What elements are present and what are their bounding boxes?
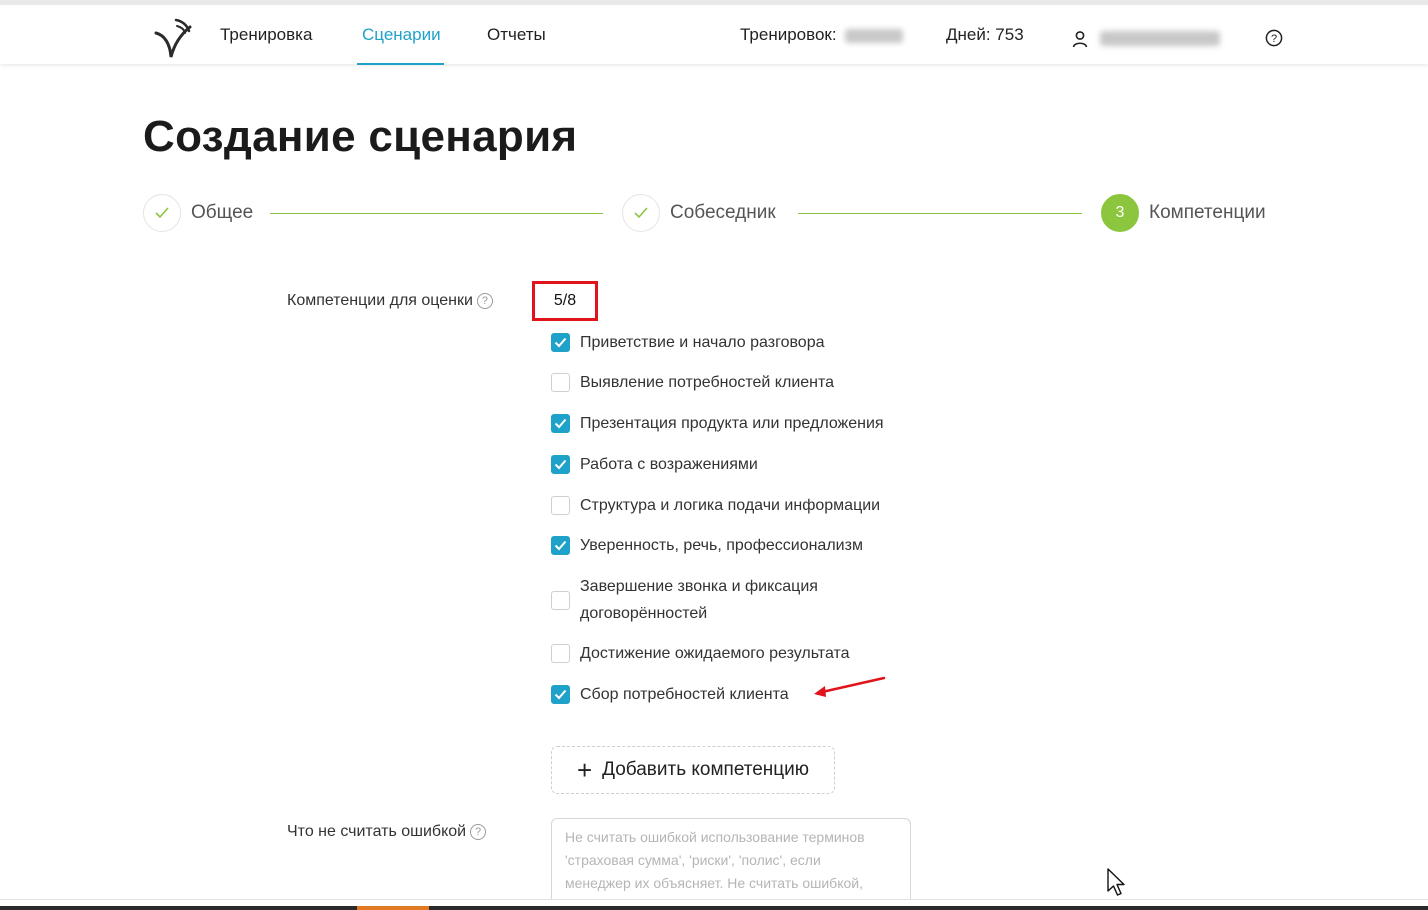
trainings-label: Тренировок:: [740, 25, 837, 44]
competency-label-line-1: Завершение звонка и фиксация: [580, 578, 818, 595]
step-2-label[interactable]: Собеседник: [670, 202, 776, 224]
competency-label: Сбор потребностей клиента: [580, 686, 789, 703]
username-blurred[interactable]: [1100, 31, 1220, 46]
bird-logo-icon[interactable]: [152, 13, 198, 63]
checkmark-icon: [554, 418, 567, 429]
nav-reports[interactable]: Отчеты: [487, 25, 546, 45]
red-arrow-annotation: [814, 676, 886, 697]
competency-item[interactable]: Уверенность, речь, профессионализм: [551, 532, 863, 559]
checkbox-unchecked[interactable]: [551, 590, 570, 610]
placeholder-line: Не считать ошибкой использование термино…: [565, 829, 865, 845]
competency-item[interactable]: Выявление потребностей клиента: [551, 369, 834, 396]
placeholder-line: 'страховая сумма', 'риски', 'полис', есл…: [565, 852, 821, 868]
taskbar-strip: [0, 906, 1428, 910]
checkbox-checked[interactable]: [551, 333, 570, 352]
trainings-value-blurred: [845, 28, 904, 43]
check-icon: [634, 207, 648, 219]
not-error-textarea[interactable]: Не считать ошибкой использование термино…: [551, 818, 911, 910]
step-connector-1: [270, 213, 603, 214]
competency-label-multiline: Завершение звонка и фиксация договорённо…: [580, 573, 818, 627]
step-1-label[interactable]: Общее: [191, 202, 253, 224]
competency-item[interactable]: Структура и логика подачи информации: [551, 492, 880, 519]
check-icon: [155, 207, 169, 219]
checkmark-icon: [554, 689, 567, 700]
add-competency-label: Добавить компетенцию: [602, 759, 810, 780]
days-counter: Дней: 753: [946, 25, 1024, 44]
competency-label: Работа с возражениями: [580, 456, 758, 473]
competency-label: Уверенность, речь, профессионализм: [580, 537, 863, 554]
competency-label: Приветствие и начало разговора: [580, 334, 825, 351]
user-icon[interactable]: [1071, 30, 1089, 48]
checkbox-checked[interactable]: [551, 455, 570, 474]
checkbox-unchecked[interactable]: [551, 496, 570, 515]
question-icon[interactable]: ?: [476, 293, 493, 309]
mouse-cursor-icon: [1107, 868, 1125, 896]
help-icon[interactable]: ?: [1265, 29, 1283, 47]
plus-icon: +: [576, 755, 593, 785]
question-icon[interactable]: ?: [470, 824, 487, 840]
competency-item[interactable]: Сбор потребностей клиента: [551, 681, 789, 708]
competency-item[interactable]: Презентация продукта или предложения: [551, 410, 884, 437]
checkbox-unchecked[interactable]: [551, 644, 570, 663]
nav-scenarios[interactable]: Сценарии: [362, 25, 441, 45]
trainings-counter: Тренировок:: [740, 25, 904, 45]
checkbox-checked[interactable]: [551, 414, 570, 433]
add-competency-button[interactable]: + Добавить компетенцию: [551, 746, 835, 794]
competencies-label-row: Компетенции для оценки?: [287, 292, 493, 310]
not-error-label: Что не считать ошибкой: [287, 823, 467, 840]
competency-label-line-2: договорённостей: [580, 605, 708, 622]
competencies-label: Компетенции для оценки: [287, 292, 473, 309]
top-navigation-bar: Тренировка Сценарии Отчеты Тренировок: Д…: [0, 0, 1428, 65]
competency-label: Структура и логика подачи информации: [580, 497, 881, 514]
checkbox-checked[interactable]: [551, 685, 570, 704]
checkmark-icon: [554, 540, 567, 551]
step-3-label[interactable]: Компетенции: [1149, 202, 1266, 224]
checkbox-checked[interactable]: [551, 536, 570, 555]
competencies-counter: 5/8: [532, 281, 598, 321]
svg-text:?: ?: [1271, 33, 1277, 45]
step-connector-2: [798, 213, 1082, 214]
checkmark-icon: [554, 459, 567, 470]
placeholder-line: менеджер их объясняет. Не считать ошибко…: [565, 875, 863, 891]
nav-active-underline: [357, 63, 444, 65]
competency-label: Выявление потребностей клиента: [580, 374, 835, 391]
step-1-circle[interactable]: [143, 194, 181, 232]
competency-item[interactable]: Достижение ожидаемого результата: [551, 640, 850, 667]
taskbar-active-indicator: [357, 906, 429, 910]
competency-item[interactable]: Завершение звонка и фиксация договорённо…: [551, 573, 818, 627]
competency-item[interactable]: Работа с возражениями: [551, 451, 758, 478]
step-2-circle[interactable]: [622, 194, 660, 232]
step-3-circle[interactable]: 3: [1101, 194, 1139, 232]
checkbox-unchecked[interactable]: [551, 373, 570, 392]
not-error-label-row: Что не считать ошибкой?: [287, 823, 487, 841]
nav-training[interactable]: Тренировка: [220, 25, 312, 45]
competency-label: Достижение ожидаемого результата: [580, 645, 850, 662]
checkmark-icon: [554, 337, 567, 348]
page-title: Создание сценария: [143, 112, 578, 161]
competency-label: Презентация продукта или предложения: [580, 415, 884, 432]
competency-item[interactable]: Приветствие и начало разговора: [551, 329, 825, 356]
